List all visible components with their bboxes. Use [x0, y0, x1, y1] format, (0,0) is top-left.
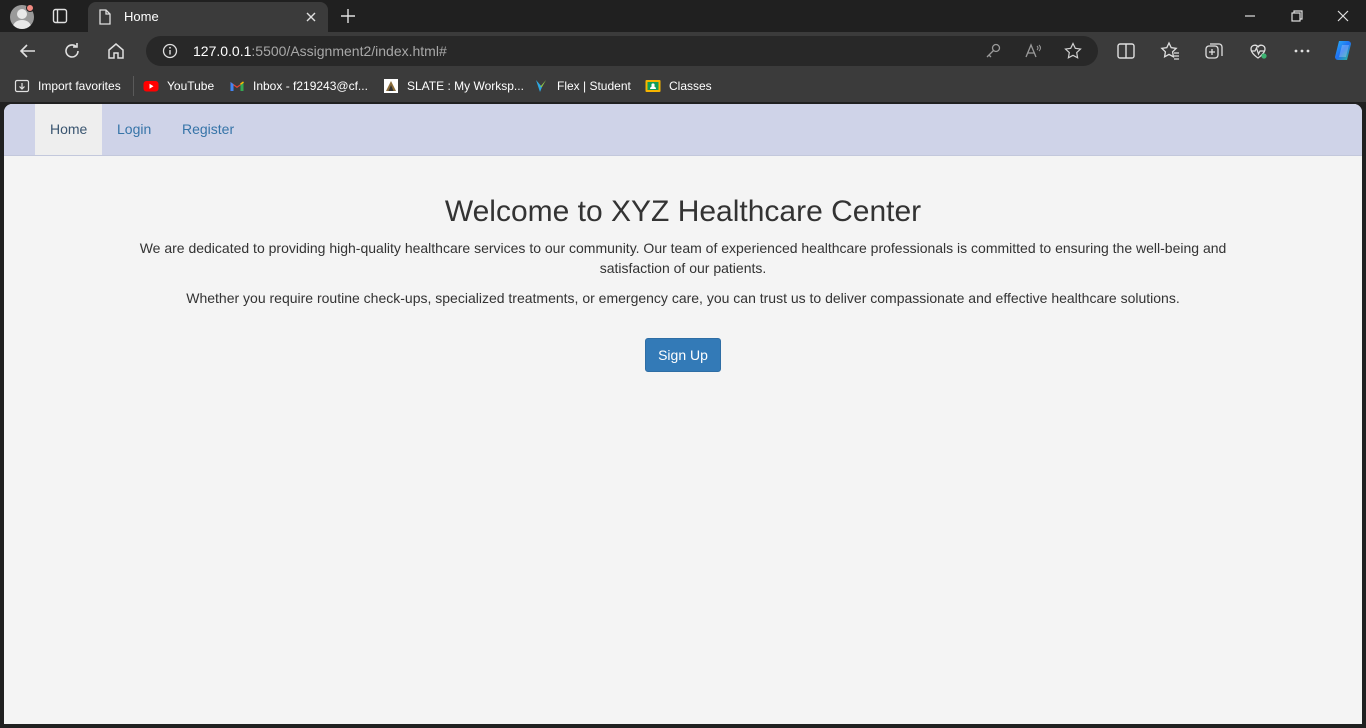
favorites-separator	[133, 76, 134, 96]
favorite-star-icon[interactable]	[1064, 42, 1082, 60]
browser-essentials-icon[interactable]	[1248, 41, 1268, 61]
favorite-label: Inbox - f219243@cf...	[253, 79, 368, 93]
key-icon[interactable]	[984, 42, 1002, 60]
tab-title: Home	[124, 9, 159, 24]
favorites-bar: Import favorites YouTube Inbox - f219243…	[0, 70, 1366, 102]
youtube-icon	[143, 81, 159, 92]
favorite-inbox[interactable]: Inbox - f219243@cf...	[229, 78, 368, 94]
favorite-label: YouTube	[167, 79, 215, 93]
tab-actions-icon[interactable]	[52, 8, 68, 24]
close-tab-icon[interactable]	[304, 10, 318, 24]
read-aloud-icon[interactable]	[1024, 42, 1042, 60]
browser-toolbar: 127.0.0.1:5500/Assignment2/index.html#	[0, 32, 1366, 70]
favorite-classes[interactable]: Classes	[645, 78, 712, 94]
collections-icon[interactable]	[1204, 41, 1224, 61]
notification-dot-icon	[26, 4, 34, 12]
url-text[interactable]: 127.0.0.1:5500/Assignment2/index.html#	[193, 43, 447, 59]
slate-icon	[384, 79, 398, 93]
favorites-icon[interactable]	[1160, 41, 1180, 61]
classroom-icon	[645, 80, 661, 92]
nav-register[interactable]: Register	[167, 104, 249, 155]
home-icon[interactable]	[106, 41, 126, 61]
import-icon	[14, 79, 30, 93]
page-viewport: Home Login Register Welcome to XYZ Healt…	[4, 104, 1362, 724]
restore-icon[interactable]	[1289, 8, 1305, 24]
more-options-icon[interactable]	[1292, 41, 1312, 61]
split-screen-icon[interactable]	[1116, 41, 1136, 61]
favorite-youtube[interactable]: YouTube	[143, 78, 214, 94]
flex-icon	[536, 80, 546, 92]
gmail-icon	[230, 81, 244, 91]
favorite-label: SLATE : My Worksp...	[407, 79, 524, 93]
favorite-label: Flex | Student	[557, 79, 631, 93]
favorite-import[interactable]: Import favorites	[14, 78, 121, 94]
copilot-icon[interactable]	[1332, 39, 1356, 63]
browser-tab-strip: Home	[0, 0, 1366, 32]
favorite-label: Import favorites	[38, 79, 121, 93]
page-icon	[99, 9, 111, 25]
site-navbar: Home Login Register	[4, 104, 1362, 156]
refresh-icon[interactable]	[62, 41, 82, 61]
url-path: :5500/Assignment2/index.html#	[251, 43, 447, 59]
back-icon[interactable]	[18, 41, 38, 61]
minimize-icon[interactable]	[1242, 8, 1258, 24]
address-bar[interactable]: 127.0.0.1:5500/Assignment2/index.html#	[146, 36, 1098, 66]
new-tab-icon[interactable]	[340, 8, 356, 24]
site-info-icon[interactable]	[162, 43, 178, 59]
services-paragraph: Whether you require routine check-ups, s…	[186, 290, 1180, 306]
signup-button[interactable]: Sign Up	[645, 338, 721, 372]
page-heading: Welcome to XYZ Healthcare Center	[444, 195, 922, 228]
favorite-flex[interactable]: Flex | Student	[533, 78, 631, 94]
favorite-label: Classes	[669, 79, 712, 93]
main-content: Welcome to XYZ Healthcare Center We are …	[4, 156, 1362, 372]
favorite-slate[interactable]: SLATE : My Worksp...	[383, 78, 524, 94]
nav-login[interactable]: Login	[102, 104, 166, 155]
intro-paragraph: We are dedicated to providing high-quali…	[139, 240, 1227, 276]
active-tab[interactable]: Home	[88, 2, 328, 32]
url-host: 127.0.0.1	[193, 43, 252, 59]
close-window-icon[interactable]	[1335, 8, 1351, 24]
nav-home[interactable]: Home	[35, 104, 102, 155]
